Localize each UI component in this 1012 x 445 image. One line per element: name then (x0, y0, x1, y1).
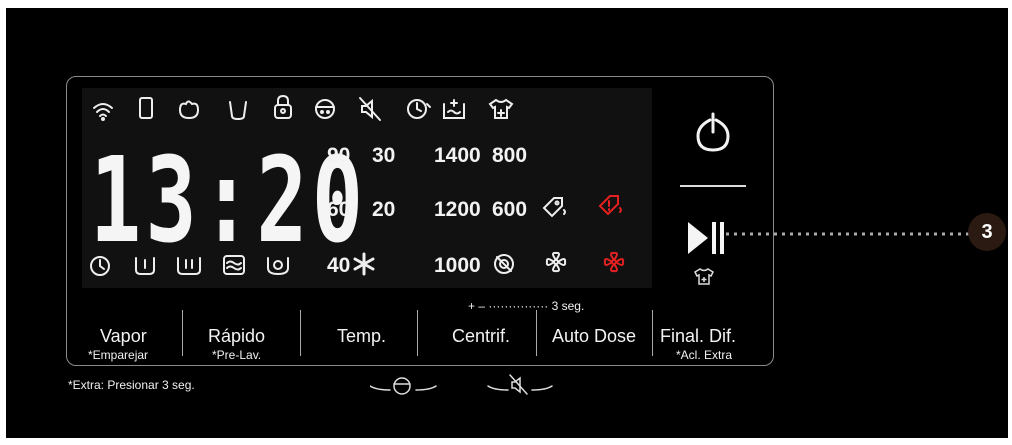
no-spin-icon (494, 254, 514, 274)
combo-icons (370, 374, 553, 395)
spin-800: 800 (492, 144, 528, 167)
finaldif-sub: *Acl. Extra (676, 348, 733, 362)
centrif-label: Centrif. (452, 326, 511, 346)
finaldif-label: Final. Dif. (660, 326, 737, 346)
fan-alert-icon (603, 251, 625, 273)
tag-icon (542, 197, 566, 218)
bucket-icon (229, 101, 247, 121)
separator (300, 310, 301, 356)
centrif-button[interactable]: Centrif. (422, 310, 532, 365)
temp-button[interactable]: Temp. (305, 310, 413, 365)
child-lock-icon (393, 377, 411, 395)
vapor-label: Vapor (100, 326, 147, 346)
mute-icon (359, 97, 381, 121)
separator (536, 310, 537, 356)
temp-60: 60 (327, 198, 351, 221)
washer-control-panel: 13:20 90 30 60 20 40 1400 800 1200 600 1… (0, 0, 1012, 445)
separator (417, 310, 418, 356)
vapor-button[interactable]: Vapor *Emparejar (88, 310, 176, 365)
temp-label: Temp. (337, 326, 387, 346)
spin-600: 600 (492, 198, 528, 221)
phone-icon (139, 97, 153, 119)
hand-wash-icon (178, 100, 200, 120)
wifi-icon (93, 103, 113, 121)
finaldif-button[interactable]: Final. Dif. *Acl. Extra (658, 310, 768, 365)
spin-1000: 1000 (434, 254, 481, 277)
rapido-sub: *Pre-Lav. (212, 348, 262, 362)
lock-icon (274, 94, 292, 119)
clock-display: 13:20 (90, 131, 368, 269)
callout-badge: 3 (968, 213, 1006, 251)
separator (652, 310, 653, 356)
lcd-display: 13:20 90 30 60 20 40 1400 800 1200 600 1… (82, 88, 652, 288)
rinse-plus-icon (443, 99, 465, 119)
spin-1400: 1400 (434, 144, 481, 167)
fan-icon (545, 251, 567, 273)
autodose-button[interactable]: Auto Dose (540, 310, 648, 365)
delay-timer-icon (407, 99, 431, 119)
temp-20: 20 (372, 198, 396, 221)
separator (182, 310, 183, 356)
temp-40: 40 (327, 254, 351, 277)
autodose-label: Auto Dose (552, 326, 637, 346)
temp-90: 90 (327, 144, 351, 167)
shirt-plus-icon (488, 98, 514, 119)
temp-30: 30 (372, 144, 396, 167)
child-lock-icon (315, 99, 335, 119)
start-pause-button[interactable] (680, 205, 746, 285)
callout-line (726, 232, 970, 236)
power-button[interactable] (680, 100, 746, 175)
rapido-button[interactable]: Rápido *Pre-Lav. (190, 310, 295, 365)
mute-icon (509, 374, 528, 395)
vapor-sub: *Emparejar (88, 348, 149, 362)
spin-1200: 1200 (434, 198, 481, 221)
extra-hint: *Extra: Presionar 3 seg. (68, 378, 195, 392)
tag-alert-icon (598, 195, 622, 216)
rapido-label: Rápido (208, 326, 266, 346)
